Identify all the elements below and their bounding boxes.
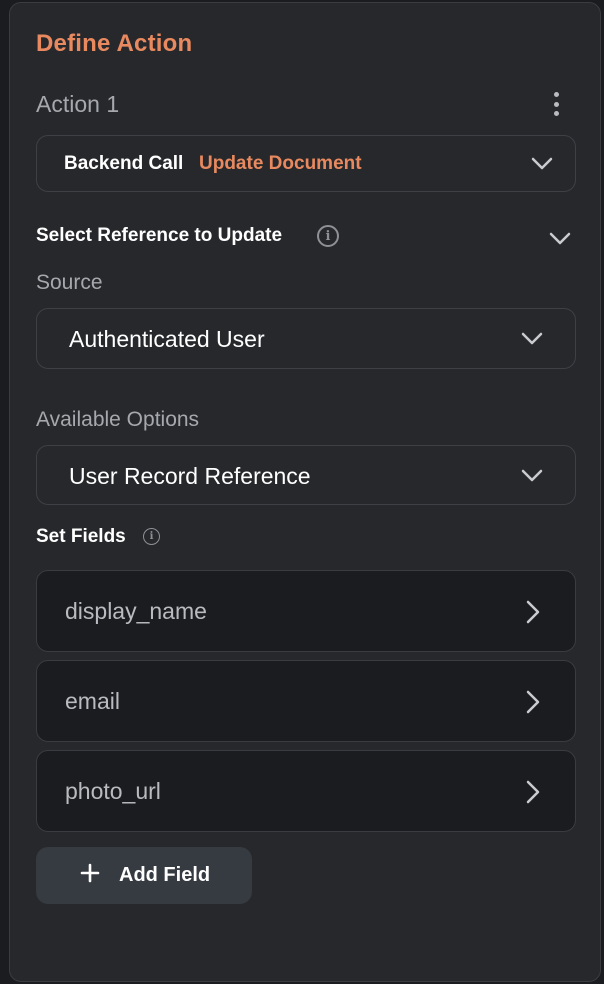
field-name: display_name — [65, 598, 207, 624]
chevron-right-icon — [525, 779, 541, 805]
set-fields-title: Set Fields — [36, 526, 126, 547]
add-field-label: Add Field — [119, 864, 211, 886]
plus-icon — [80, 863, 100, 883]
chevron-down-icon — [521, 469, 543, 483]
action-type-dropdown[interactable]: Backend Call Update Document — [36, 135, 576, 192]
chevron-right-icon — [525, 599, 541, 625]
section-collapse-chevron-icon[interactable] — [549, 232, 571, 246]
field-row-display-name[interactable]: display_name — [36, 570, 576, 652]
select-reference-title: Select Reference to Update — [36, 225, 283, 246]
source-value: Authenticated User — [69, 326, 265, 352]
source-label: Source — [36, 271, 103, 294]
info-icon[interactable]: i — [143, 528, 160, 545]
field-row-email[interactable]: email — [36, 660, 576, 742]
info-icon[interactable]: i — [317, 225, 339, 247]
chevron-down-icon — [531, 157, 553, 171]
available-options-value: User Record Reference — [69, 463, 311, 489]
action-label: Action 1 — [36, 91, 120, 117]
field-name: email — [65, 688, 120, 714]
panel-title: Define Action — [36, 30, 193, 57]
field-row-photo-url[interactable]: photo_url — [36, 750, 576, 832]
chevron-down-icon — [521, 332, 543, 346]
chevron-right-icon — [525, 689, 541, 715]
more-vertical-icon[interactable] — [546, 92, 566, 116]
add-field-button[interactable]: Add Field — [36, 847, 252, 904]
source-dropdown[interactable]: Authenticated User — [36, 308, 576, 369]
available-options-label: Available Options — [36, 408, 200, 431]
action-subtype-label: Update Document — [199, 153, 362, 174]
action-kind-label: Backend Call — [64, 153, 184, 174]
field-name: photo_url — [65, 778, 161, 804]
available-options-dropdown[interactable]: User Record Reference — [36, 445, 576, 505]
